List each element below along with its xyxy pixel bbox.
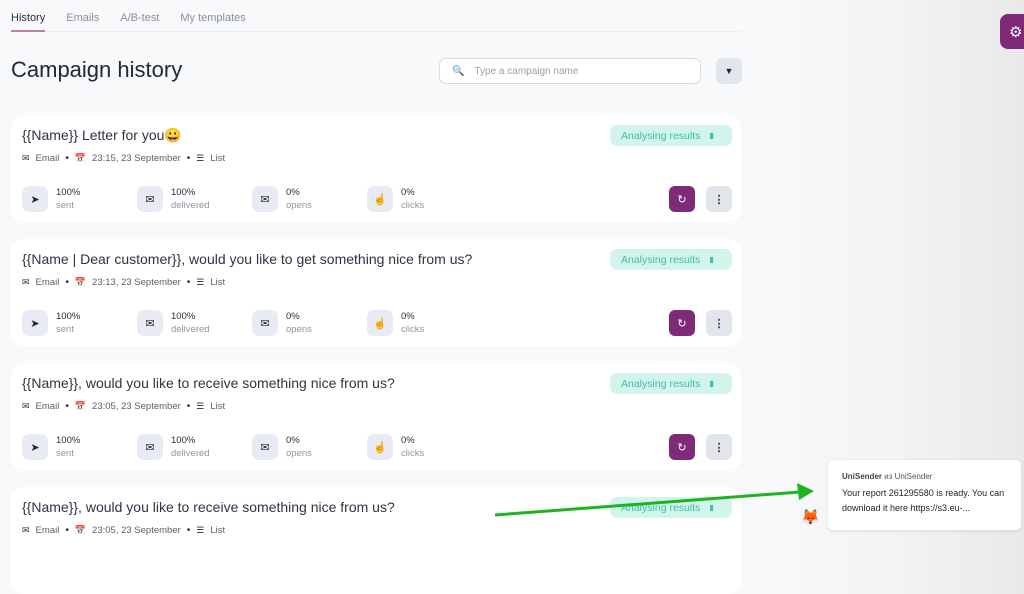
sender-avatar: 🦊 [801,509,820,526]
notification-source: UniSender [894,472,933,481]
notification-toast[interactable]: UniSender из UniSender Your report 26129… [828,460,1021,530]
notification-message: Your report 261295580 is ready. You can … [842,488,1005,513]
notification-via: из [884,472,893,481]
annotation-arrow [494,483,814,517]
notification-sender: UniSender [842,472,883,481]
